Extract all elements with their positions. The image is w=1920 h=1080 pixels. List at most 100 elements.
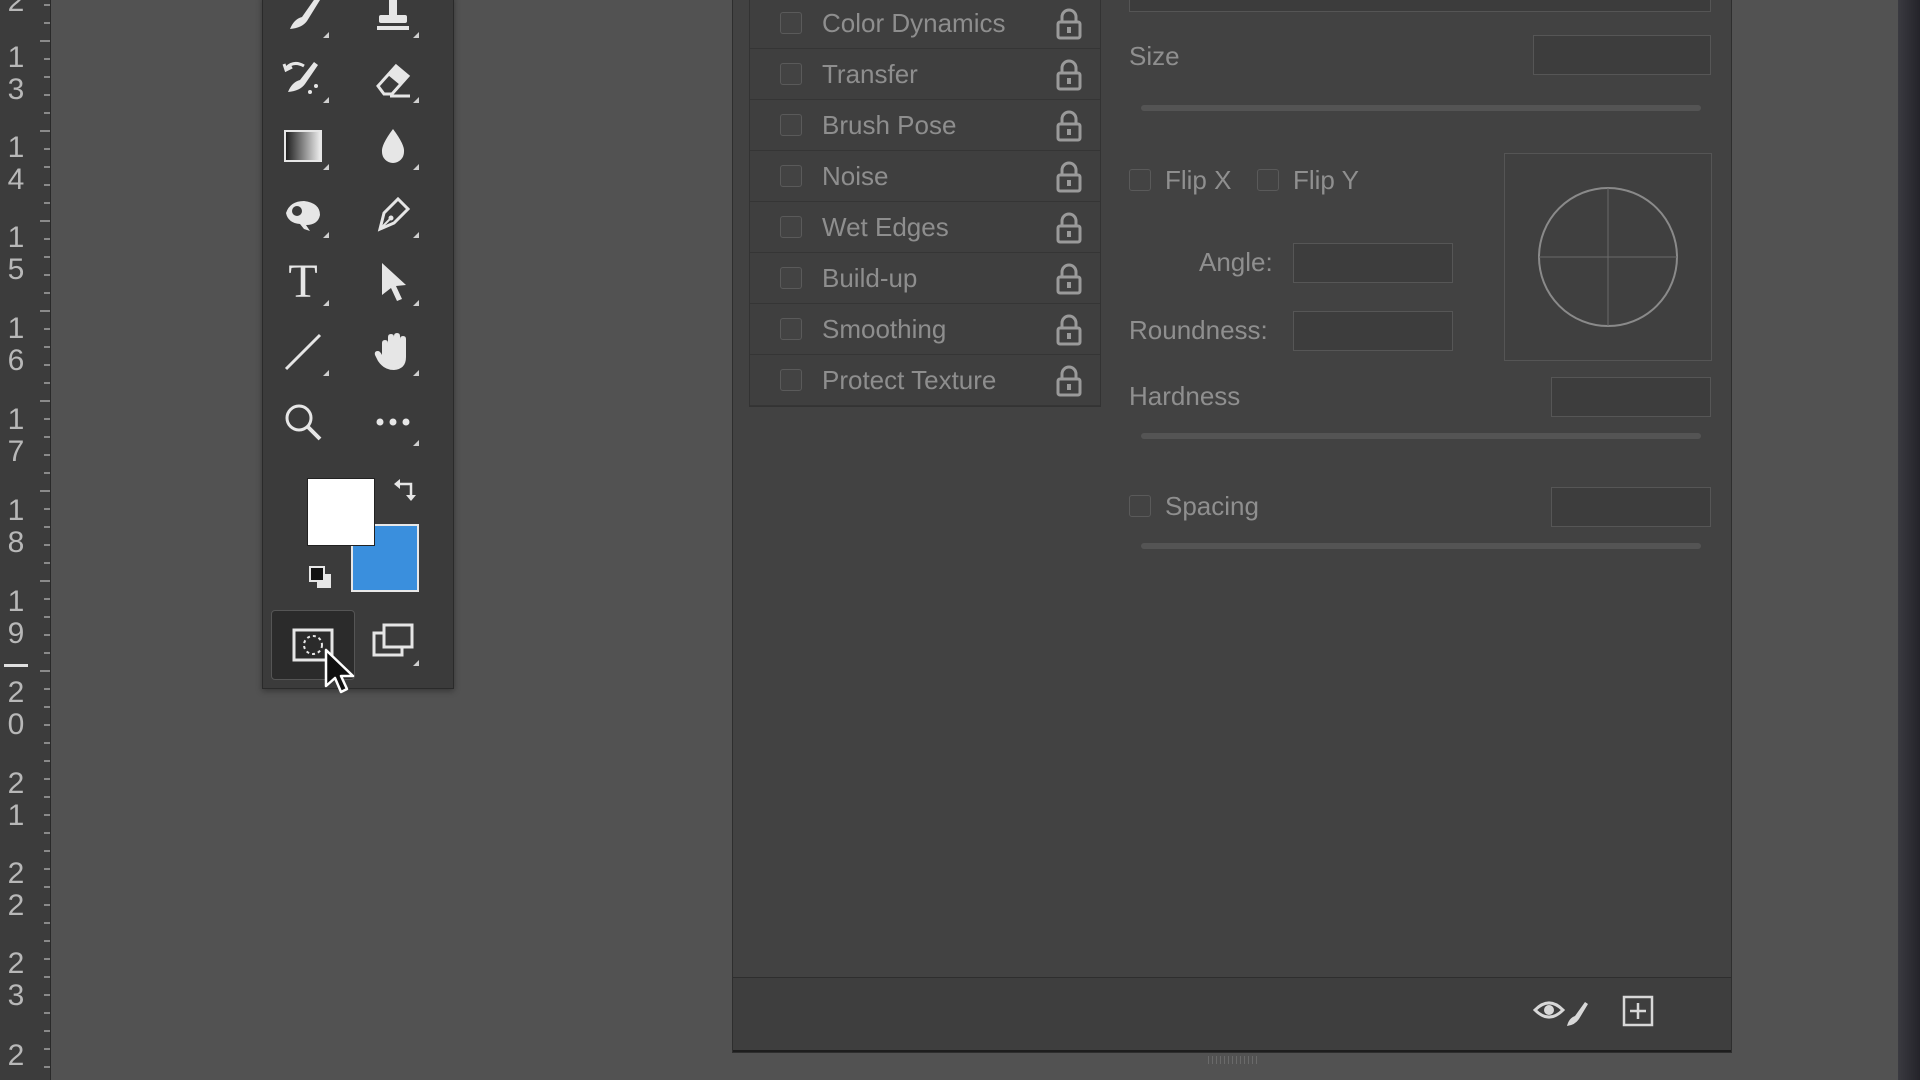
ruler-tick (44, 508, 50, 510)
panel-footer (733, 977, 1731, 1064)
eraser-tool[interactable] (363, 51, 423, 107)
lock-icon[interactable] (1054, 59, 1084, 91)
ruler-tick (44, 436, 50, 438)
ruler-tick (44, 868, 50, 870)
list-item[interactable]: Protect Texture (750, 355, 1100, 406)
brush-stroke-preview (1129, 0, 1711, 12)
lock-icon[interactable] (1054, 263, 1084, 295)
ruler-tick (44, 796, 50, 798)
create-new-brush-icon[interactable] (1621, 994, 1655, 1028)
size-field[interactable] (1533, 35, 1711, 75)
ruler-tick (40, 580, 50, 582)
list-item-checkbox[interactable] (780, 267, 802, 289)
ruler-label: 2 1 (7, 767, 25, 832)
ruler-tick (44, 346, 50, 348)
brush-angle-preview[interactable] (1504, 153, 1712, 361)
resize-grip[interactable] (1208, 1056, 1260, 1064)
foreground-color-swatch[interactable] (307, 478, 375, 546)
path-selection-tool[interactable] (363, 254, 423, 310)
ruler-tick (44, 454, 50, 456)
ruler-label: 2 0 (7, 676, 25, 741)
gradient-tool[interactable] (273, 118, 333, 174)
list-item[interactable]: Build-up (750, 253, 1100, 304)
ruler-tick (44, 328, 50, 330)
lock-icon[interactable] (1054, 365, 1084, 397)
lock-icon[interactable] (1054, 212, 1084, 244)
ruler-tick (44, 652, 50, 654)
ruler-tick (44, 832, 50, 834)
list-item-checkbox[interactable] (780, 114, 802, 136)
toggle-live-tip-preview-icon[interactable] (1533, 992, 1589, 1032)
ruler-tick (44, 850, 50, 852)
list-item-checkbox[interactable] (780, 318, 802, 340)
ruler-tick (44, 778, 50, 780)
dodge-tool[interactable] (273, 186, 333, 242)
ellipsis-icon (376, 418, 410, 426)
ruler-tick (44, 184, 50, 186)
angle-field[interactable] (1293, 243, 1453, 283)
lock-icon[interactable] (1054, 8, 1084, 40)
vertical-ruler[interactable]: 2 1 3 1 4 1 5 1 6 1 7 1 8 1 9 2 0 2 1 2 2 2 3 2 (0, 0, 51, 1080)
list-item[interactable]: Smoothing (750, 304, 1100, 355)
gradient-icon (284, 130, 322, 162)
ruler-tick (44, 706, 50, 708)
clone-stamp-tool[interactable] (363, 0, 423, 42)
list-item-checkbox[interactable] (780, 63, 802, 85)
list-item[interactable]: Brush Pose (750, 100, 1100, 151)
list-item-label: Build-up (822, 262, 918, 293)
ruler-tick (44, 256, 50, 258)
pen-tool[interactable] (363, 186, 423, 242)
ruler-tick (44, 994, 50, 996)
ruler-tick (44, 1030, 50, 1032)
list-item-label: Protect Texture (822, 364, 997, 395)
history-brush-tool[interactable] (273, 51, 333, 107)
spacing-checkbox[interactable] (1129, 495, 1151, 517)
line-tool[interactable] (273, 324, 333, 380)
list-item-checkbox[interactable] (780, 12, 802, 34)
hardness-field[interactable] (1551, 377, 1711, 417)
default-colors-icon[interactable] (307, 564, 335, 592)
spacing-slider[interactable] (1141, 543, 1701, 549)
flip-y-label: Flip Y (1293, 165, 1359, 195)
spacing-field[interactable] (1551, 487, 1711, 527)
type-icon: T (288, 255, 318, 308)
zoom-tool[interactable] (273, 394, 333, 450)
screen-mode-button[interactable] (363, 614, 423, 670)
mouse-cursor-icon (324, 648, 355, 694)
lock-icon[interactable] (1054, 314, 1084, 346)
list-item-checkbox[interactable] (780, 369, 802, 391)
hand-tool[interactable] (363, 324, 423, 380)
tools-panel: T (262, 0, 454, 694)
list-item[interactable]: Transfer (750, 49, 1100, 100)
flip-y-checkbox[interactable] (1257, 169, 1279, 191)
swap-colors-icon[interactable] (391, 474, 421, 504)
ruler-tick (44, 382, 50, 384)
arrow-icon (382, 263, 406, 301)
ruler-tick (44, 148, 50, 150)
edit-toolbar[interactable] (363, 394, 423, 450)
ruler-tick (44, 292, 50, 294)
list-item[interactable]: Noise (750, 151, 1100, 202)
ruler-tick (44, 274, 50, 276)
brush-tool[interactable] (273, 0, 333, 42)
hand-icon (374, 333, 406, 370)
ruler-tick (40, 310, 50, 312)
ruler-tick (44, 922, 50, 924)
blur-tool[interactable] (363, 118, 423, 174)
size-slider[interactable] (1141, 105, 1701, 111)
ruler-tick (44, 418, 50, 420)
list-item[interactable]: Color Dynamics (750, 0, 1100, 49)
roundness-field[interactable] (1293, 311, 1453, 351)
flip-x-checkbox[interactable] (1129, 169, 1151, 191)
lock-icon[interactable] (1054, 110, 1084, 142)
hardness-slider[interactable] (1141, 433, 1701, 439)
list-item-checkbox[interactable] (780, 216, 802, 238)
ruler-tick (44, 4, 50, 6)
ruler-tick (44, 976, 50, 978)
list-item-checkbox[interactable] (780, 165, 802, 187)
brush-icon (290, 0, 320, 29)
ruler-tick (40, 220, 50, 222)
type-tool[interactable]: T (273, 254, 333, 310)
lock-icon[interactable] (1054, 161, 1084, 193)
list-item[interactable]: Wet Edges (750, 202, 1100, 253)
